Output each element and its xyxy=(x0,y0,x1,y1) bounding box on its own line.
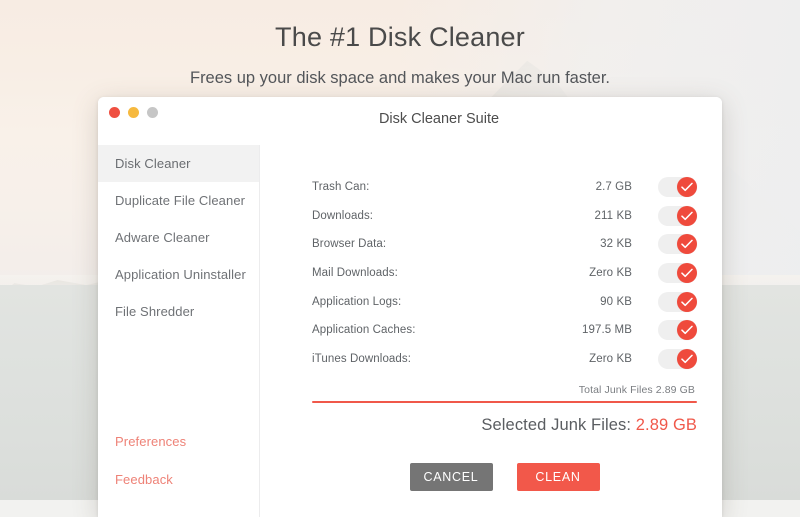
sidebar-item-label: Duplicate File Cleaner xyxy=(115,193,246,208)
feedback-label: Feedback xyxy=(115,471,173,487)
junk-label: Browser Data: xyxy=(312,238,387,251)
junk-label: Application Caches: xyxy=(312,324,416,337)
app-window: Disk Cleaner Suite Disk Cleaner Duplicat… xyxy=(98,97,722,517)
junk-toggle-browser-data[interactable] xyxy=(658,234,697,255)
page-title: The #1 Disk Cleaner xyxy=(275,22,525,52)
toggle-knob xyxy=(677,177,697,198)
cancel-button[interactable]: CANCEL xyxy=(409,463,493,491)
junk-list: Trash Can: 2.7 GB Downloads: 211 KB Brow… xyxy=(260,145,722,373)
check-icon xyxy=(681,354,693,363)
totals-section: Total Junk Files 2.89 GB Selected Junk F… xyxy=(260,373,722,435)
check-icon xyxy=(681,182,693,192)
junk-size: 90 KB xyxy=(600,295,632,308)
check-icon xyxy=(681,211,693,220)
sidebar-nav: Disk Cleaner Duplicate File Cleaner Adwa… xyxy=(98,145,259,330)
preferences-label: Preferences xyxy=(115,433,187,449)
junk-row-downloads: Downloads: 211 KB xyxy=(260,202,722,231)
junk-toggle-mail-downloads[interactable] xyxy=(658,263,697,284)
junk-size: 32 KB xyxy=(600,238,632,251)
junk-size: 211 KB xyxy=(594,209,632,222)
junk-toggle-itunes-downloads[interactable] xyxy=(658,348,697,369)
sidebar-item-label: Disk Cleaner xyxy=(115,156,191,171)
sidebar-item-label: File Shredder xyxy=(115,304,195,319)
window-titlebar: Disk Cleaner Suite xyxy=(98,97,722,145)
junk-toggle-trash-can[interactable] xyxy=(658,177,697,198)
junk-row-application-caches: Application Caches: 197.5 MB xyxy=(260,316,722,345)
total-junk-files-label: Total Junk Files 2.89 GB xyxy=(578,384,695,397)
sidebar-item-duplicate-file-cleaner[interactable]: Duplicate File Cleaner xyxy=(98,182,259,219)
window-body: Disk Cleaner Duplicate File Cleaner Adwa… xyxy=(98,145,722,517)
junk-size: Zero KB xyxy=(589,267,632,280)
toggle-knob xyxy=(677,263,697,284)
feedback-link[interactable]: Feedback xyxy=(98,460,259,498)
check-icon xyxy=(681,240,693,249)
junk-label: Application Logs: xyxy=(312,295,402,308)
clean-button[interactable]: CLEAN xyxy=(516,463,600,491)
check-icon xyxy=(681,268,693,278)
junk-toggle-application-caches[interactable] xyxy=(658,320,697,341)
junk-toggle-downloads[interactable] xyxy=(658,205,697,226)
sidebar: Disk Cleaner Duplicate File Cleaner Adwa… xyxy=(98,145,260,517)
check-icon xyxy=(681,297,693,306)
selected-junk-files-label: Selected Junk Files: xyxy=(481,416,632,435)
window-title: Disk Cleaner Suite xyxy=(378,111,500,127)
check-icon xyxy=(681,325,693,335)
sidebar-item-label: Adware Cleaner xyxy=(115,230,210,245)
toggle-knob xyxy=(677,234,697,255)
sidebar-item-adware-cleaner[interactable]: Adware Cleaner xyxy=(98,219,259,256)
action-buttons: CANCEL CLEAN xyxy=(260,463,722,517)
toggle-knob xyxy=(677,320,697,341)
preferences-link[interactable]: Preferences xyxy=(98,422,259,460)
junk-size: 2.7 GB xyxy=(595,181,632,194)
junk-row-mail-downloads: Mail Downloads: Zero KB xyxy=(260,259,722,288)
junk-row-browser-data: Browser Data: 32 KB xyxy=(260,230,722,259)
junk-row-itunes-downloads: iTunes Downloads: Zero KB xyxy=(260,345,722,374)
sidebar-item-label: Application Uninstaller xyxy=(115,267,246,282)
hero-section: The #1 Disk Cleaner Frees up your disk s… xyxy=(0,0,800,88)
junk-label: Trash Can: xyxy=(312,181,370,194)
selected-junk-files-value: 2.89 GB xyxy=(635,416,697,435)
junk-label: iTunes Downloads: xyxy=(312,352,412,365)
junk-size: Zero KB xyxy=(589,352,632,365)
sidebar-item-application-uninstaller[interactable]: Application Uninstaller xyxy=(98,256,259,293)
junk-label: Mail Downloads: xyxy=(312,267,398,280)
junk-toggle-application-logs[interactable] xyxy=(658,291,697,312)
junk-row-trash-can: Trash Can: 2.7 GB xyxy=(260,173,722,202)
toggle-knob xyxy=(677,205,697,226)
sidebar-footer: Preferences Feedback xyxy=(98,422,259,517)
toggle-knob xyxy=(677,291,697,312)
selected-junk-files: Selected Junk Files: 2.89 GB xyxy=(312,403,697,435)
junk-row-application-logs: Application Logs: 90 KB xyxy=(260,287,722,316)
sidebar-item-file-shredder[interactable]: File Shredder xyxy=(98,293,259,330)
page-subtitle: Frees up your disk space and makes your … xyxy=(189,69,611,87)
sidebar-item-disk-cleaner[interactable]: Disk Cleaner xyxy=(98,145,259,182)
toggle-knob xyxy=(677,348,697,369)
junk-size: 197.5 MB xyxy=(581,324,632,337)
main-panel: Trash Can: 2.7 GB Downloads: 211 KB Brow… xyxy=(260,145,722,517)
junk-label: Downloads: xyxy=(312,209,374,222)
